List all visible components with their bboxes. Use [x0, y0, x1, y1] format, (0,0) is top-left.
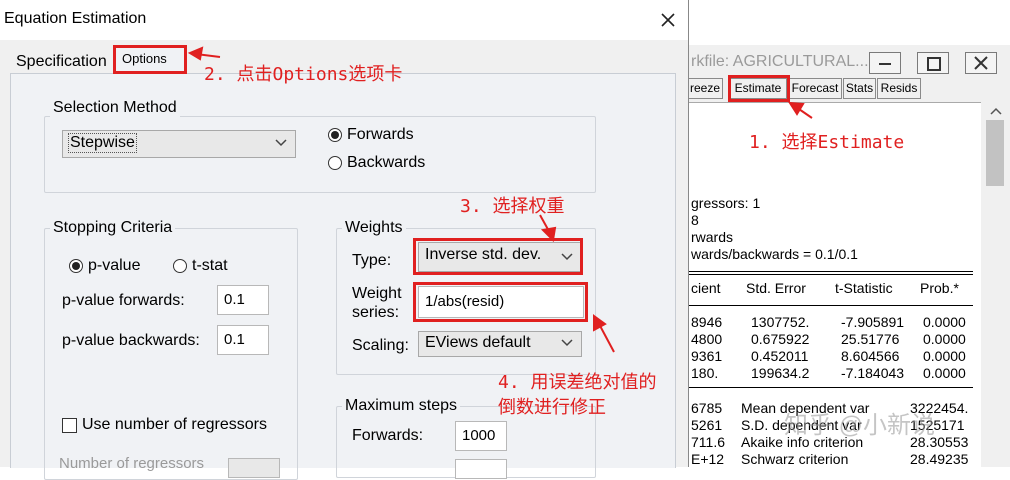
annotation-step1: 1. 选择Estimate	[749, 132, 905, 153]
annotation-step4-line1: 4. 用误差绝对值的	[498, 372, 657, 393]
annotation-step2: 2. 点击Options选项卡	[204, 64, 403, 85]
annotation-step4-line2: 倒数进行修正	[498, 397, 606, 418]
annotation-step3: 3. 选择权重	[460, 196, 565, 217]
